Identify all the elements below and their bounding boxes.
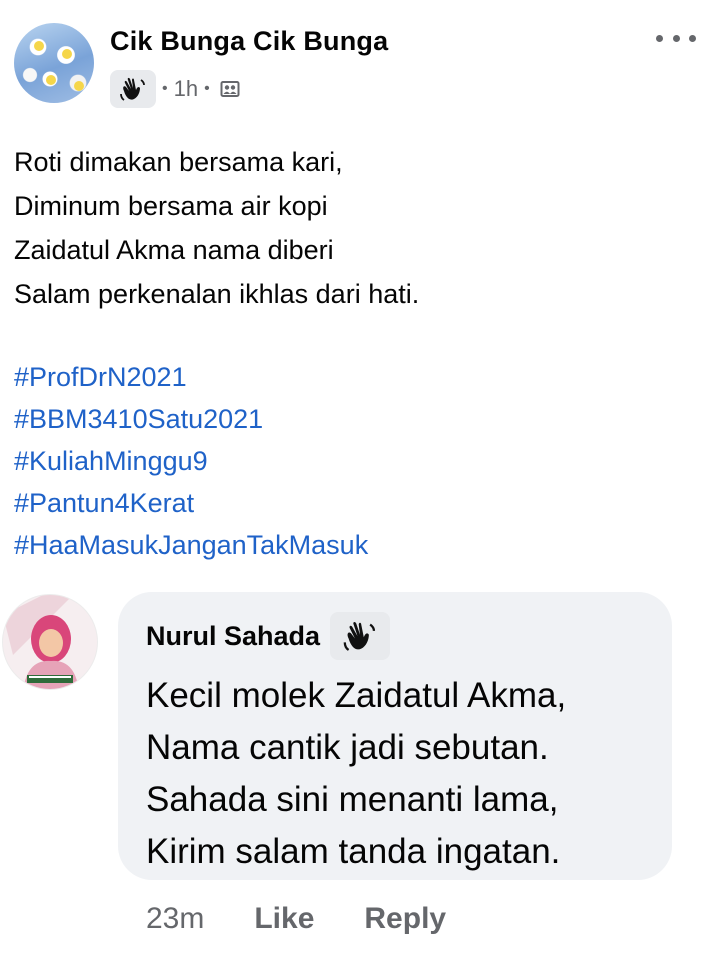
waving-hand-icon[interactable] bbox=[110, 70, 156, 108]
facebook-post-screenshot: Cik Bunga Cik Bunga • 1h • Roti dimakan … bbox=[0, 0, 720, 960]
comment-text-line: Kirim salam tanda ingatan. bbox=[146, 832, 561, 871]
post-header: Cik Bunga Cik Bunga • 1h • bbox=[14, 18, 706, 108]
waving-hand-icon[interactable] bbox=[330, 612, 391, 660]
more-dot bbox=[656, 34, 663, 42]
separator-dot: • bbox=[204, 80, 210, 97]
hashtag-link[interactable]: #BBM3410Satu2021 bbox=[14, 398, 704, 440]
hashtag-link[interactable]: #HaaMasukJanganTakMasuk bbox=[14, 524, 704, 566]
comment-text: Kecil molek Zaidatul Akma, Nama cantik j… bbox=[146, 670, 566, 878]
hashtag-link[interactable]: #Pantun4Kerat bbox=[14, 482, 704, 524]
comment: Nurul Sahada Kecil molek Zaidatul Akma, … bbox=[0, 590, 720, 960]
friends-icon[interactable] bbox=[220, 79, 240, 99]
comment-time[interactable]: 23m bbox=[146, 902, 204, 936]
commenter-avatar[interactable] bbox=[2, 594, 98, 690]
reply-button[interactable]: Reply bbox=[364, 902, 446, 936]
comment-text-line: Sahada sini menanti lama, bbox=[146, 780, 559, 819]
post-time[interactable]: 1h bbox=[174, 76, 198, 102]
more-dot bbox=[689, 34, 696, 42]
like-button[interactable]: Like bbox=[254, 902, 314, 936]
comment-text-line: Kecil molek Zaidatul Akma, bbox=[146, 676, 567, 715]
more-options-button[interactable] bbox=[656, 26, 696, 50]
comment-text-line: Nama cantik jadi sebutan. bbox=[146, 728, 549, 767]
author-name[interactable]: Cik Bunga Cik Bunga bbox=[110, 26, 388, 57]
comment-actions: 23m Like Reply bbox=[146, 902, 446, 936]
author-avatar[interactable] bbox=[14, 23, 94, 103]
post-text-line: Diminum bersama air kopi bbox=[14, 191, 328, 221]
post-meta: • 1h • bbox=[110, 70, 240, 108]
comment-bubble: Nurul Sahada Kecil molek Zaidatul Akma, … bbox=[118, 592, 672, 880]
post-text: Roti dimakan bersama kari, Diminum bersa… bbox=[14, 140, 704, 316]
post-text-line: Roti dimakan bersama kari, bbox=[14, 147, 343, 177]
commenter-name[interactable]: Nurul Sahada bbox=[146, 621, 320, 652]
hashtag-link[interactable]: #KuliahMinggu9 bbox=[14, 440, 704, 482]
post-body: Roti dimakan bersama kari, Diminum bersa… bbox=[14, 140, 704, 566]
more-dot bbox=[672, 34, 680, 42]
commenter-row: Nurul Sahada bbox=[146, 612, 391, 660]
post-text-line: Salam perkenalan ikhlas dari hati. bbox=[14, 279, 420, 309]
separator-dot: • bbox=[162, 80, 168, 97]
post-text-line: Zaidatul Akma nama diberi bbox=[14, 235, 334, 265]
hashtag-list: #ProfDrN2021 #BBM3410Satu2021 #KuliahMin… bbox=[14, 356, 704, 566]
hashtag-link[interactable]: #ProfDrN2021 bbox=[14, 356, 704, 398]
